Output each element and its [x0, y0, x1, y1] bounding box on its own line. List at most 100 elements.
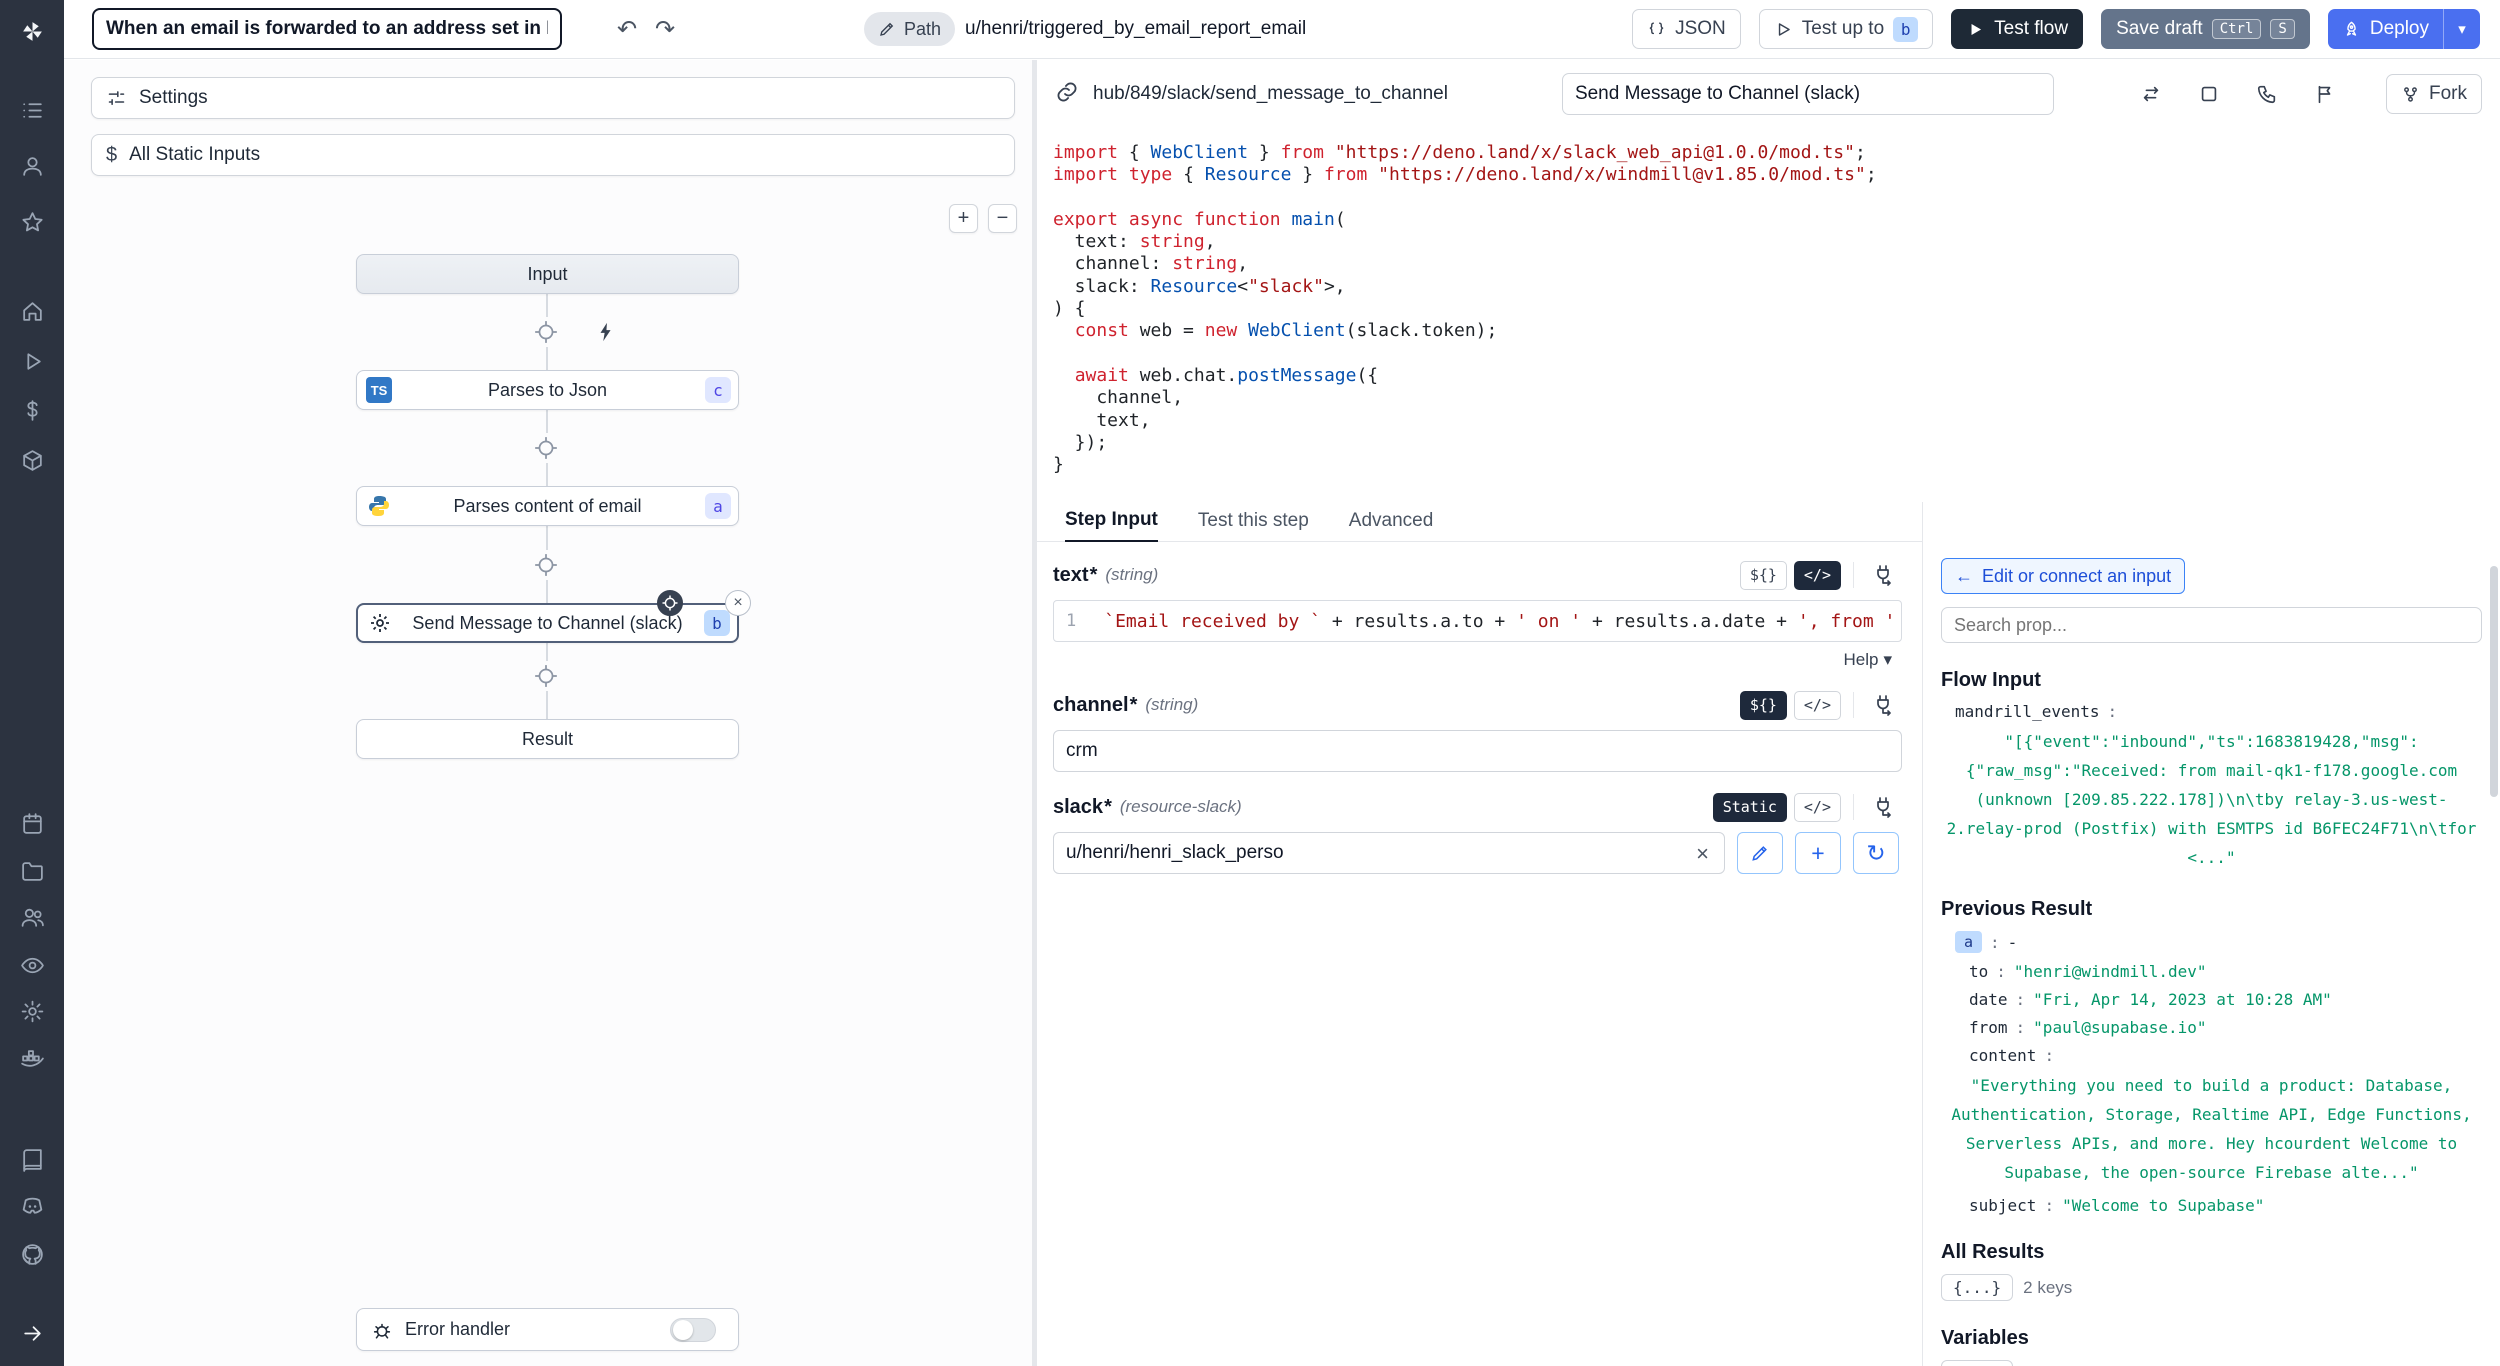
- container-icon[interactable]: [0, 1044, 64, 1074]
- divider: [1853, 692, 1854, 718]
- entry-value[interactable]: "paul@supabase.io": [2033, 1018, 2206, 1037]
- settings-button[interactable]: Settings: [91, 77, 1015, 119]
- add-step-button-3[interactable]: [531, 550, 561, 580]
- dollar-sign-icon: $: [106, 144, 117, 167]
- flow-title-input[interactable]: [92, 8, 562, 50]
- fullscreen-button[interactable]: [2192, 77, 2226, 111]
- slack-connect-input-button[interactable]: [1866, 791, 1902, 823]
- dollar-icon[interactable]: [0, 395, 64, 425]
- tab-advanced[interactable]: Advanced: [1349, 510, 1434, 541]
- tab-test-this-step[interactable]: Test this step: [1198, 510, 1309, 541]
- path-value-input[interactable]: [963, 17, 1368, 41]
- all-results-keys-note: 2 keys: [2023, 1278, 2072, 1298]
- entry-value[interactable]: "Fri, Apr 14, 2023 at 10:28 AM": [2033, 990, 2332, 1009]
- test-flow-button[interactable]: Test flow: [1951, 9, 2083, 49]
- result-entry-content[interactable]: content :: [1941, 1046, 2482, 1065]
- result-entry-subject[interactable]: subject : "Welcome to Supabase": [1941, 1196, 2482, 1215]
- slack-static-toggle[interactable]: Static: [1713, 793, 1787, 822]
- save-draft-button[interactable]: Save draft Ctrl S: [2101, 9, 2310, 49]
- channel-template-toggle[interactable]: ${}: [1740, 691, 1787, 720]
- user-icon[interactable]: [0, 151, 64, 181]
- discord-icon[interactable]: [0, 1191, 64, 1221]
- add-step-button-4[interactable]: [531, 661, 561, 691]
- collapse-indicator[interactable]: -: [2008, 933, 2018, 952]
- node-parses-content-of-email[interactable]: Parses content of email a: [356, 486, 739, 526]
- slack-resource-input[interactable]: [1053, 832, 1725, 874]
- help-dropdown[interactable]: Help ▾: [1053, 650, 1902, 670]
- deploy-button[interactable]: Deploy: [2328, 9, 2443, 49]
- zoom-in-button[interactable]: +: [949, 204, 978, 233]
- channel-value-input[interactable]: [1053, 730, 1902, 772]
- windmill-logo[interactable]: [0, 16, 64, 46]
- path-button[interactable]: Path: [864, 12, 955, 46]
- help-label: Help: [1843, 650, 1878, 670]
- node-parses-to-json[interactable]: TS Parses to Json c: [356, 370, 739, 410]
- entry-value[interactable]: "Welcome to Supabase": [2062, 1196, 2264, 1215]
- result-entry-date[interactable]: date : "Fri, Apr 14, 2023 at 10:28 AM": [1941, 990, 2482, 1009]
- list-icon[interactable]: [0, 95, 64, 125]
- expand-sidebar-arrow-icon[interactable]: [0, 1318, 64, 1348]
- code-editor[interactable]: import { WebClient } from "https://deno.…: [1037, 128, 2500, 502]
- content-value[interactable]: "Everything you need to build a product:…: [1941, 1071, 2482, 1187]
- users-icon[interactable]: [0, 902, 64, 932]
- slack-code-toggle[interactable]: </>: [1794, 793, 1841, 822]
- result-entry-from[interactable]: from : "paul@supabase.io": [1941, 1018, 2482, 1037]
- undo-button[interactable]: ↶: [608, 10, 646, 48]
- search-prop-input[interactable]: [1941, 607, 2482, 643]
- add-step-button-2[interactable]: [531, 433, 561, 463]
- cube-icon[interactable]: [0, 445, 64, 475]
- node-result[interactable]: Result: [356, 719, 739, 759]
- entry-value[interactable]: "henri@windmill.dev": [2014, 962, 2207, 981]
- move-step-button[interactable]: [657, 590, 683, 616]
- hub-link-icon[interactable]: [1055, 80, 1079, 109]
- flag-button[interactable]: [2308, 77, 2342, 111]
- zoom-out-button[interactable]: −: [988, 204, 1017, 233]
- refresh-resource-button[interactable]: ↻: [1853, 832, 1899, 874]
- text-connect-input-button[interactable]: [1866, 559, 1902, 591]
- home-icon[interactable]: [0, 296, 64, 326]
- mandrill-events-value[interactable]: "[{"event":"inbound","ts":1683819428,"ms…: [1941, 727, 2482, 872]
- book-icon[interactable]: [0, 1145, 64, 1175]
- all-static-inputs-button[interactable]: $ All Static Inputs: [91, 134, 1015, 176]
- redo-button[interactable]: ↷: [646, 10, 684, 48]
- step-summary-input[interactable]: [1562, 73, 2054, 115]
- star-icon[interactable]: [0, 207, 64, 237]
- text-expression-editor[interactable]: 1 `Email received by ` + results.a.to + …: [1053, 600, 1902, 642]
- phone-button[interactable]: [2250, 77, 2284, 111]
- mandrill-events-row[interactable]: mandrill_events :: [1941, 702, 2482, 721]
- add-step-button-1[interactable]: [531, 317, 561, 347]
- delete-step-button[interactable]: ×: [725, 590, 751, 616]
- edit-resource-button[interactable]: [1737, 832, 1783, 874]
- fork-button[interactable]: Fork: [2386, 74, 2482, 114]
- json-button[interactable]: JSON: [1632, 9, 1741, 49]
- add-resource-button[interactable]: +: [1795, 832, 1841, 874]
- channel-code-toggle[interactable]: </>: [1794, 691, 1841, 720]
- play-icon[interactable]: [0, 346, 64, 376]
- clear-resource-button[interactable]: ×: [1690, 840, 1715, 868]
- result-a-badge[interactable]: a: [1955, 931, 1982, 953]
- folder-icon[interactable]: [0, 856, 64, 886]
- test-up-to-button[interactable]: Test up to b: [1759, 9, 1933, 49]
- gear-icon[interactable]: [0, 996, 64, 1026]
- error-handler-toggle[interactable]: [670, 1318, 716, 1342]
- result-entry-to[interactable]: to : "henri@windmill.dev": [1941, 962, 2482, 981]
- node-send-message-to-channel[interactable]: Send Message to Channel (slack) b: [356, 603, 739, 643]
- github-icon[interactable]: [0, 1239, 64, 1269]
- error-handler-node[interactable]: Error handler: [356, 1308, 739, 1351]
- swap-script-button[interactable]: [2134, 77, 2168, 111]
- all-results-object-badge[interactable]: {...}: [1941, 1274, 2013, 1301]
- channel-connect-input-button[interactable]: [1866, 689, 1902, 721]
- text-code-toggle[interactable]: </>: [1794, 561, 1841, 590]
- trigger-bolt-button[interactable]: [591, 317, 621, 347]
- deploy-dropdown-button[interactable]: ▾: [2444, 9, 2480, 49]
- test-up-to-label: Test up to: [1802, 18, 1884, 40]
- node-input[interactable]: Input: [356, 254, 739, 294]
- edit-connect-input-button[interactable]: ← Edit or connect an input: [1941, 558, 2185, 594]
- text-template-toggle[interactable]: ${}: [1740, 561, 1787, 590]
- calendar-icon[interactable]: [0, 808, 64, 838]
- result-a-row[interactable]: a : -: [1941, 931, 2482, 953]
- variables-object-badge[interactable]: {...}: [1941, 1360, 2013, 1366]
- tab-step-input[interactable]: Step Input: [1065, 509, 1158, 542]
- context-scrollbar-thumb[interactable]: [2490, 566, 2498, 797]
- eye-icon[interactable]: [0, 950, 64, 980]
